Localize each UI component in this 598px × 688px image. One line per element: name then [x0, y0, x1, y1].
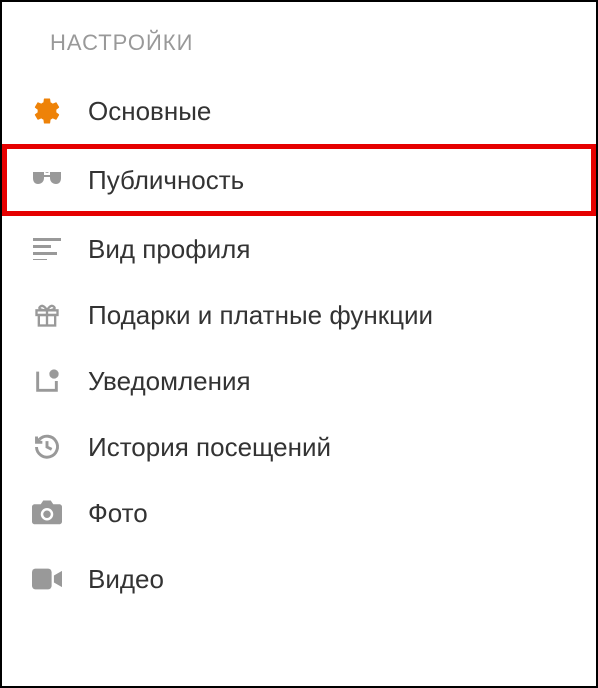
menu-item-general[interactable]: Основные	[2, 78, 596, 144]
list-icon	[30, 232, 64, 266]
menu-item-label: Фото	[88, 498, 148, 529]
history-icon	[30, 430, 64, 464]
menu-item-photo[interactable]: Фото	[2, 480, 596, 546]
notification-icon	[30, 364, 64, 398]
menu-item-history[interactable]: История посещений	[2, 414, 596, 480]
menu-item-label: Публичность	[88, 165, 244, 196]
video-icon	[30, 562, 64, 596]
menu-item-profile-view[interactable]: Вид профиля	[2, 216, 596, 282]
menu-item-label: Уведомления	[88, 366, 251, 397]
menu-item-video[interactable]: Видео	[2, 546, 596, 612]
settings-panel: НАСТРОЙКИ Основные Публичность Вид профи…	[2, 2, 596, 612]
menu-item-privacy[interactable]: Публичность	[2, 144, 596, 216]
gear-icon	[30, 94, 64, 128]
gift-icon	[30, 298, 64, 332]
camera-icon	[30, 496, 64, 530]
menu-item-notifications[interactable]: Уведомления	[2, 348, 596, 414]
menu-item-gifts[interactable]: Подарки и платные функции	[2, 282, 596, 348]
menu-item-label: История посещений	[88, 432, 331, 463]
sunglasses-icon	[30, 163, 64, 197]
menu-item-label: Видео	[88, 564, 164, 595]
menu-item-label: Основные	[88, 96, 211, 127]
page-title: НАСТРОЙКИ	[2, 2, 596, 78]
menu-item-label: Подарки и платные функции	[88, 300, 433, 331]
menu-item-label: Вид профиля	[88, 234, 250, 265]
